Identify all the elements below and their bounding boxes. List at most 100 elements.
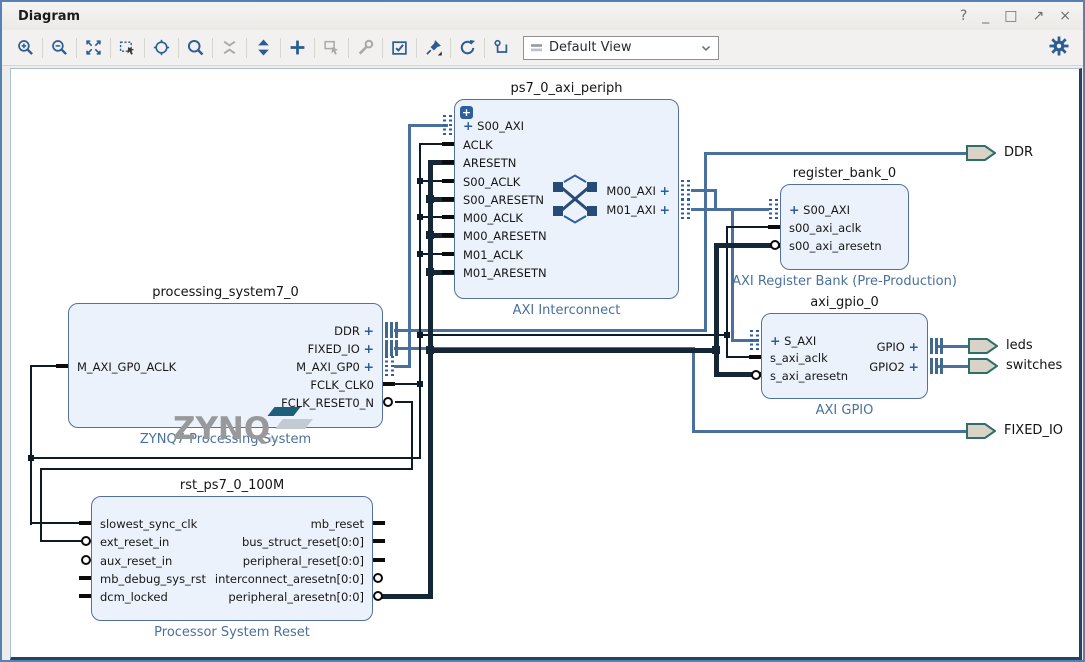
- wire-segment[interactable]: [704, 152, 707, 332]
- block-rst_ps7_0_100M[interactable]: slowest_sync_clk ext_reset_in aux_reset_in…: [91, 496, 373, 621]
- pin-label-peripheral_reset[0:0][interactable]: peripheral_reset[0:0]: [243, 554, 364, 568]
- pin-label-M00_AXI[interactable]: M00_AXI +: [606, 184, 670, 198]
- wire-segment[interactable]: [419, 143, 421, 459]
- interface-plus-icon[interactable]: +: [789, 202, 799, 217]
- pin-stub-S00_ARESETN[interactable]: [442, 197, 454, 201]
- pin-stub-s00_axi_aclk[interactable]: [768, 225, 780, 229]
- wire-segment[interactable]: [40, 468, 413, 470]
- interface-plus-icon[interactable]: +: [364, 359, 374, 374]
- pin-label-DDR[interactable]: DDR +: [334, 324, 374, 338]
- pin-label-M_AXI_GP0_ACLK[interactable]: M_AXI_GP0_ACLK: [77, 360, 176, 374]
- pin-interface-connector-GPIO[interactable]: [930, 338, 943, 354]
- view-selector-dropdown[interactable]: Default View: [523, 36, 719, 60]
- pin-interface-connector-GPIO2[interactable]: [930, 358, 943, 374]
- pin-stub-ACLK[interactable]: [442, 142, 454, 146]
- float-icon[interactable]: ↗: [1033, 8, 1045, 24]
- pin-label-S00_ACLK[interactable]: S00_ACLK: [463, 175, 520, 189]
- pin-ring-aux_reset_in[interactable]: [81, 555, 91, 565]
- pin-stub-ARESETN[interactable]: [442, 160, 454, 164]
- interface-plus-icon[interactable]: +: [660, 183, 670, 198]
- pin-label-slowest_sync_clk[interactable]: slowest_sync_clk: [100, 517, 197, 531]
- pin-label-peripheral_aresetn[0:0][interactable]: peripheral_aresetn[0:0]: [228, 590, 364, 604]
- external-port-FIXED_IO[interactable]: [966, 423, 996, 439]
- pin-label-mb_debug_sys_rst[interactable]: mb_debug_sys_rst: [100, 572, 206, 586]
- expand-hierarchy-button[interactable]: [250, 35, 277, 61]
- pin-label-ext_reset_in[interactable]: ext_reset_in: [100, 535, 169, 549]
- wire-segment[interactable]: [691, 208, 734, 211]
- pin-stub-FCLK_CLK0[interactable]: [383, 382, 395, 386]
- regenerate-layout-button[interactable]: [454, 35, 481, 61]
- pin-label-S00_AXI[interactable]: + S00_AXI: [463, 119, 524, 133]
- pin-label-M00_ACLK[interactable]: M00_ACLK: [463, 211, 523, 225]
- pin-layout-button[interactable]: [420, 35, 447, 61]
- pin-stub-M00_ARESETN[interactable]: [442, 233, 454, 237]
- pin-ring-interconnect_aresetn[0:0][interactable]: [373, 573, 383, 583]
- pin-ring-s00_axi_aresetn[interactable]: [770, 240, 780, 250]
- pin-label-s00_axi_aresetn[interactable]: s00_axi_aresetn: [789, 239, 882, 253]
- pin-label-S00_ARESETN[interactable]: S00_ARESETN: [463, 193, 544, 207]
- interface-plus-icon[interactable]: +: [660, 202, 670, 217]
- pin-label-s00_axi_aclk[interactable]: s00_axi_aclk: [789, 221, 861, 235]
- pin-interface-connector-S_AXI[interactable]: [750, 330, 759, 350]
- wire-segment[interactable]: [714, 243, 719, 377]
- pin-stub-S00_ACLK[interactable]: [442, 179, 454, 183]
- pin-stub-slowest_sync_clk[interactable]: [79, 521, 91, 525]
- pin-label-FCLK_CLK0[interactable]: FCLK_CLK0: [310, 378, 374, 392]
- pin-ring-peripheral_aresetn[0:0][interactable]: [373, 591, 383, 601]
- pin-label-S00_AXI[interactable]: + S00_AXI: [789, 203, 850, 217]
- pin-ring-FCLK_RESET0_N[interactable]: [383, 397, 393, 407]
- wire-segment[interactable]: [40, 468, 42, 542]
- pin-stub-M01_ACLK[interactable]: [442, 252, 454, 256]
- collapse-hierarchy-button[interactable]: [216, 35, 243, 61]
- zoom-selection-button[interactable]: [114, 35, 141, 61]
- validate-design-button[interactable]: [386, 35, 413, 61]
- pin-stub-M_AXI_GP0_ACLK[interactable]: [56, 364, 68, 368]
- zoom-fit-button[interactable]: [80, 35, 107, 61]
- pin-label-dcm_locked[interactable]: dcm_locked: [100, 590, 168, 604]
- pin-label-M01_AXI[interactable]: M01_AXI +: [606, 203, 670, 217]
- block-register_bank_0[interactable]: + S00_AXI s00_axi_aclk s00_axi_aresetn: [780, 184, 909, 270]
- interface-plus-icon[interactable]: +: [909, 359, 919, 374]
- pin-label-bus_struct_reset[0:0][interactable]: bus_struct_reset[0:0]: [242, 535, 364, 549]
- pin-interface-connector-M_AXI_GP0[interactable]: [385, 356, 394, 376]
- pin-stub-M01_ARESETN[interactable]: [442, 270, 454, 274]
- zoom-out-button[interactable]: [46, 35, 73, 61]
- wire-segment[interactable]: [428, 160, 433, 599]
- interface-plus-icon[interactable]: +: [364, 341, 374, 356]
- wire-segment[interactable]: [704, 152, 968, 155]
- customize-block-button[interactable]: [352, 35, 379, 61]
- pin-interface-connector-S00_AXI[interactable]: [443, 115, 452, 135]
- pin-stub-M00_ACLK[interactable]: [442, 215, 454, 219]
- wire-segment[interactable]: [381, 594, 433, 599]
- settings-gear-icon[interactable]: [1049, 36, 1069, 56]
- search-button[interactable]: [182, 35, 209, 61]
- pin-label-interconnect_aresetn[0:0][interactable]: interconnect_aresetn[0:0]: [215, 572, 364, 586]
- pin-interface-connector-FIXED_IO[interactable]: [385, 340, 398, 356]
- pin-label-s_axi_aclk[interactable]: s_axi_aclk: [770, 351, 828, 365]
- pin-label-aux_reset_in[interactable]: aux_reset_in: [100, 554, 172, 568]
- autofit-selection-button[interactable]: [148, 35, 175, 61]
- interface-plus-icon[interactable]: +: [909, 339, 919, 354]
- external-port-DDR[interactable]: [966, 145, 996, 161]
- pin-label-FIXED_IO[interactable]: FIXED_IO +: [308, 342, 374, 356]
- pin-interface-connector-S00_AXI[interactable]: [769, 199, 778, 219]
- show-interface-ports-button[interactable]: [488, 35, 515, 61]
- pin-stub-mb_debug_sys_rst[interactable]: [79, 576, 91, 580]
- pin-label-ARESETN[interactable]: ARESETN: [463, 156, 516, 170]
- pin-label-GPIO[interactable]: GPIO +: [877, 340, 919, 354]
- pin-label-M_AXI_GP0[interactable]: M_AXI_GP0 +: [296, 360, 374, 374]
- external-port-switches[interactable]: [968, 358, 998, 374]
- wire-segment[interactable]: [411, 401, 413, 470]
- pin-label-mb_reset[interactable]: mb_reset: [311, 517, 364, 531]
- pin-stub-dcm_locked[interactable]: [79, 594, 91, 598]
- diagram-canvas[interactable]: + S00_AXI ACLK ARESETN S00_ACLK S00_ARESETN M…: [10, 68, 1082, 660]
- pin-stub-bus_struct_reset[0:0][interactable]: [373, 539, 385, 543]
- pin-stub-peripheral_reset[0:0][interactable]: [373, 558, 385, 562]
- maximize-icon[interactable]: □: [1004, 8, 1017, 24]
- pin-label-ACLK[interactable]: ACLK: [463, 138, 493, 152]
- interface-plus-icon[interactable]: +: [770, 333, 780, 348]
- pin-label-s_axi_aresetn[interactable]: s_axi_aresetn: [770, 369, 848, 383]
- pin-label-M01_ACLK[interactable]: M01_ACLK: [463, 248, 523, 262]
- wire-segment[interactable]: [692, 347, 695, 433]
- minimize-icon[interactable]: _: [982, 8, 989, 24]
